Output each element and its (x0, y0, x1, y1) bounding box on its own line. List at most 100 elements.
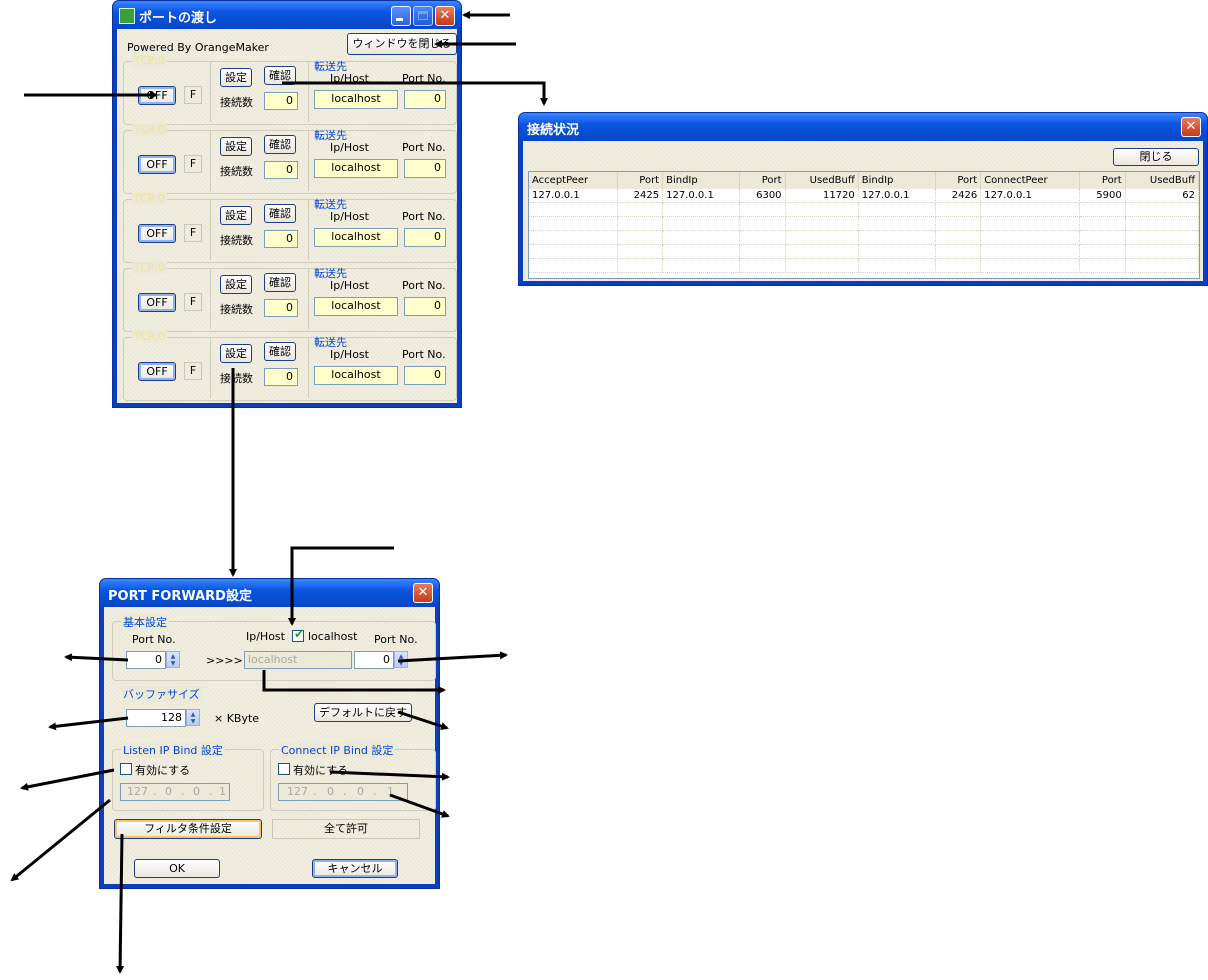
channel-check-button[interactable]: 確認 (264, 204, 296, 223)
table-cell: 62 (1125, 189, 1199, 203)
filter-settings-button[interactable]: フィルタ条件設定 (114, 819, 262, 839)
column-header[interactable]: AcceptPeer (529, 172, 618, 189)
table-cell (662, 230, 740, 245)
checkmark-icon: ✔ (293, 627, 305, 641)
dest-port-input[interactable]: 0 (354, 651, 394, 669)
status-titlebar[interactable]: 接続状況 ✕ (519, 113, 1207, 141)
close-window-button[interactable]: ウィンドウを閉じる (347, 33, 457, 55)
column-header[interactable]: ConnectPeer (980, 172, 1081, 189)
column-header[interactable]: BindIp (858, 172, 936, 189)
connect-enable-checkbox[interactable] (278, 763, 290, 775)
destination-port-label: Port No. (402, 141, 446, 154)
filter-status: 全て許可 (272, 819, 420, 839)
dest-port-spinner[interactable]: ▲ ▼ (394, 651, 408, 668)
buffer-size-spinner[interactable]: ▲ ▼ (186, 709, 200, 726)
table-cell (617, 244, 664, 259)
column-header[interactable]: Port (935, 172, 982, 189)
table-cell (529, 244, 618, 259)
listen-port-spinner[interactable]: ▲ ▼ (166, 651, 180, 668)
listen-ip-octet-3: 0 (193, 785, 200, 798)
channel-toggle-button[interactable]: OFF (138, 224, 176, 243)
connect-ip-input: 127 . 0 . 0 . 1 (278, 783, 408, 801)
connection-grid: AcceptPeer Port BindIp Port UsedBuff BindIp Po… (529, 172, 1199, 273)
channel-toggle-button[interactable]: OFF (138, 293, 176, 312)
table-cell (739, 244, 786, 259)
channel-toggle-button[interactable]: OFF (138, 155, 176, 174)
column-header[interactable]: Port (617, 172, 664, 189)
connection-count-field: 0 (264, 161, 298, 179)
close-button[interactable]: ✕ (435, 6, 455, 26)
channel-check-button[interactable]: 確認 (264, 135, 296, 154)
table-cell (935, 258, 982, 273)
table-cell (617, 216, 664, 231)
table-cell (785, 202, 859, 217)
table-row[interactable]: 127.0.0.1 2425 127.0.0.1 6300 11720 127.0.0.1… (529, 189, 1199, 203)
channel-toggle-button[interactable]: OFF (138, 362, 176, 381)
table-cell (1125, 244, 1199, 259)
connection-count-field: 0 (264, 230, 298, 248)
table-cell (1079, 244, 1126, 259)
basic-settings-label: 基本設定 (121, 614, 169, 630)
column-header[interactable]: Port (1079, 172, 1126, 189)
connection-count-field: 0 (264, 368, 298, 386)
table-cell (858, 202, 936, 217)
ok-button[interactable]: OK (134, 859, 220, 878)
table-cell (1079, 202, 1126, 217)
listen-bind-label: Listen IP Bind 設定 (121, 742, 225, 758)
column-header[interactable]: Port (739, 172, 786, 189)
dialog-close-button[interactable]: ✕ (413, 583, 433, 603)
table-row[interactable] (529, 230, 1199, 245)
column-header[interactable]: UsedBuff (1125, 172, 1199, 189)
destination-host-label: Ip/Host (330, 72, 369, 85)
destination-host-field: localhost (314, 90, 398, 109)
localhost-checkbox[interactable]: ✔ (292, 627, 305, 642)
table-row[interactable] (529, 244, 1199, 259)
connect-ip-octet-4: 1 (387, 785, 394, 798)
listen-enable-checkbox[interactable] (120, 763, 132, 775)
channel-check-button[interactable]: 確認 (264, 342, 296, 361)
channel-setting-button[interactable]: 設定 (220, 275, 252, 294)
table-cell (980, 258, 1081, 273)
status-close-text-button[interactable]: 閉じる (1113, 148, 1199, 166)
listen-port-input[interactable]: 0 (126, 651, 166, 669)
buffer-size-input[interactable]: 128 (126, 709, 186, 727)
table-cell (529, 258, 618, 273)
table-cell: 2425 (617, 189, 664, 203)
channel-setting-button[interactable]: 設定 (220, 344, 252, 363)
channel-flag: F (184, 86, 202, 104)
reset-default-button[interactable]: デフォルトに戻す (314, 703, 412, 722)
minimize-button[interactable] (391, 6, 411, 26)
table-row[interactable] (529, 202, 1199, 217)
table-cell (858, 230, 936, 245)
table-row[interactable] (529, 258, 1199, 273)
channel-group: TCP:0 OFF F 設定 確認 接続数 0 転送先 Ip/Host Port No. local… (123, 123, 457, 194)
dialog-titlebar[interactable]: PORT FORWARD設定 ✕ (100, 579, 439, 607)
dest-host-input: localhost (244, 651, 352, 669)
destination-host-label: Ip/Host (330, 279, 369, 292)
status-close-button[interactable]: ✕ (1181, 117, 1201, 137)
channel-setting-button[interactable]: 設定 (220, 206, 252, 225)
channel-flag: F (184, 362, 202, 380)
table-cell (617, 230, 664, 245)
channel-group: TCP:0 OFF F 設定 確認 接続数 0 転送先 Ip/Host Port No. local… (123, 330, 457, 401)
channel-check-button[interactable]: 確認 (264, 66, 296, 85)
cancel-button[interactable]: キャンセル (312, 859, 398, 878)
destination-host-field: localhost (314, 228, 398, 247)
localhost-checkbox-label: localhost (308, 630, 358, 643)
table-cell (617, 258, 664, 273)
table-row[interactable] (529, 216, 1199, 231)
main-titlebar[interactable]: ポートの渡し ✕ (113, 1, 461, 29)
channel-setting-button[interactable]: 設定 (220, 68, 252, 87)
channel-toggle-button[interactable]: OFF (138, 86, 176, 105)
table-cell (662, 216, 740, 231)
arrow-from-listen-ip (10, 798, 111, 882)
table-cell (1079, 216, 1126, 231)
buffer-unit-label: × KByte (214, 712, 260, 725)
destination-port-label: Port No. (402, 72, 446, 85)
column-header[interactable]: UsedBuff (785, 172, 859, 189)
table-cell (1125, 258, 1199, 273)
table-cell (858, 216, 936, 231)
column-header[interactable]: BindIp (662, 172, 740, 189)
channel-setting-button[interactable]: 設定 (220, 137, 252, 156)
channel-check-button[interactable]: 確認 (264, 273, 296, 292)
